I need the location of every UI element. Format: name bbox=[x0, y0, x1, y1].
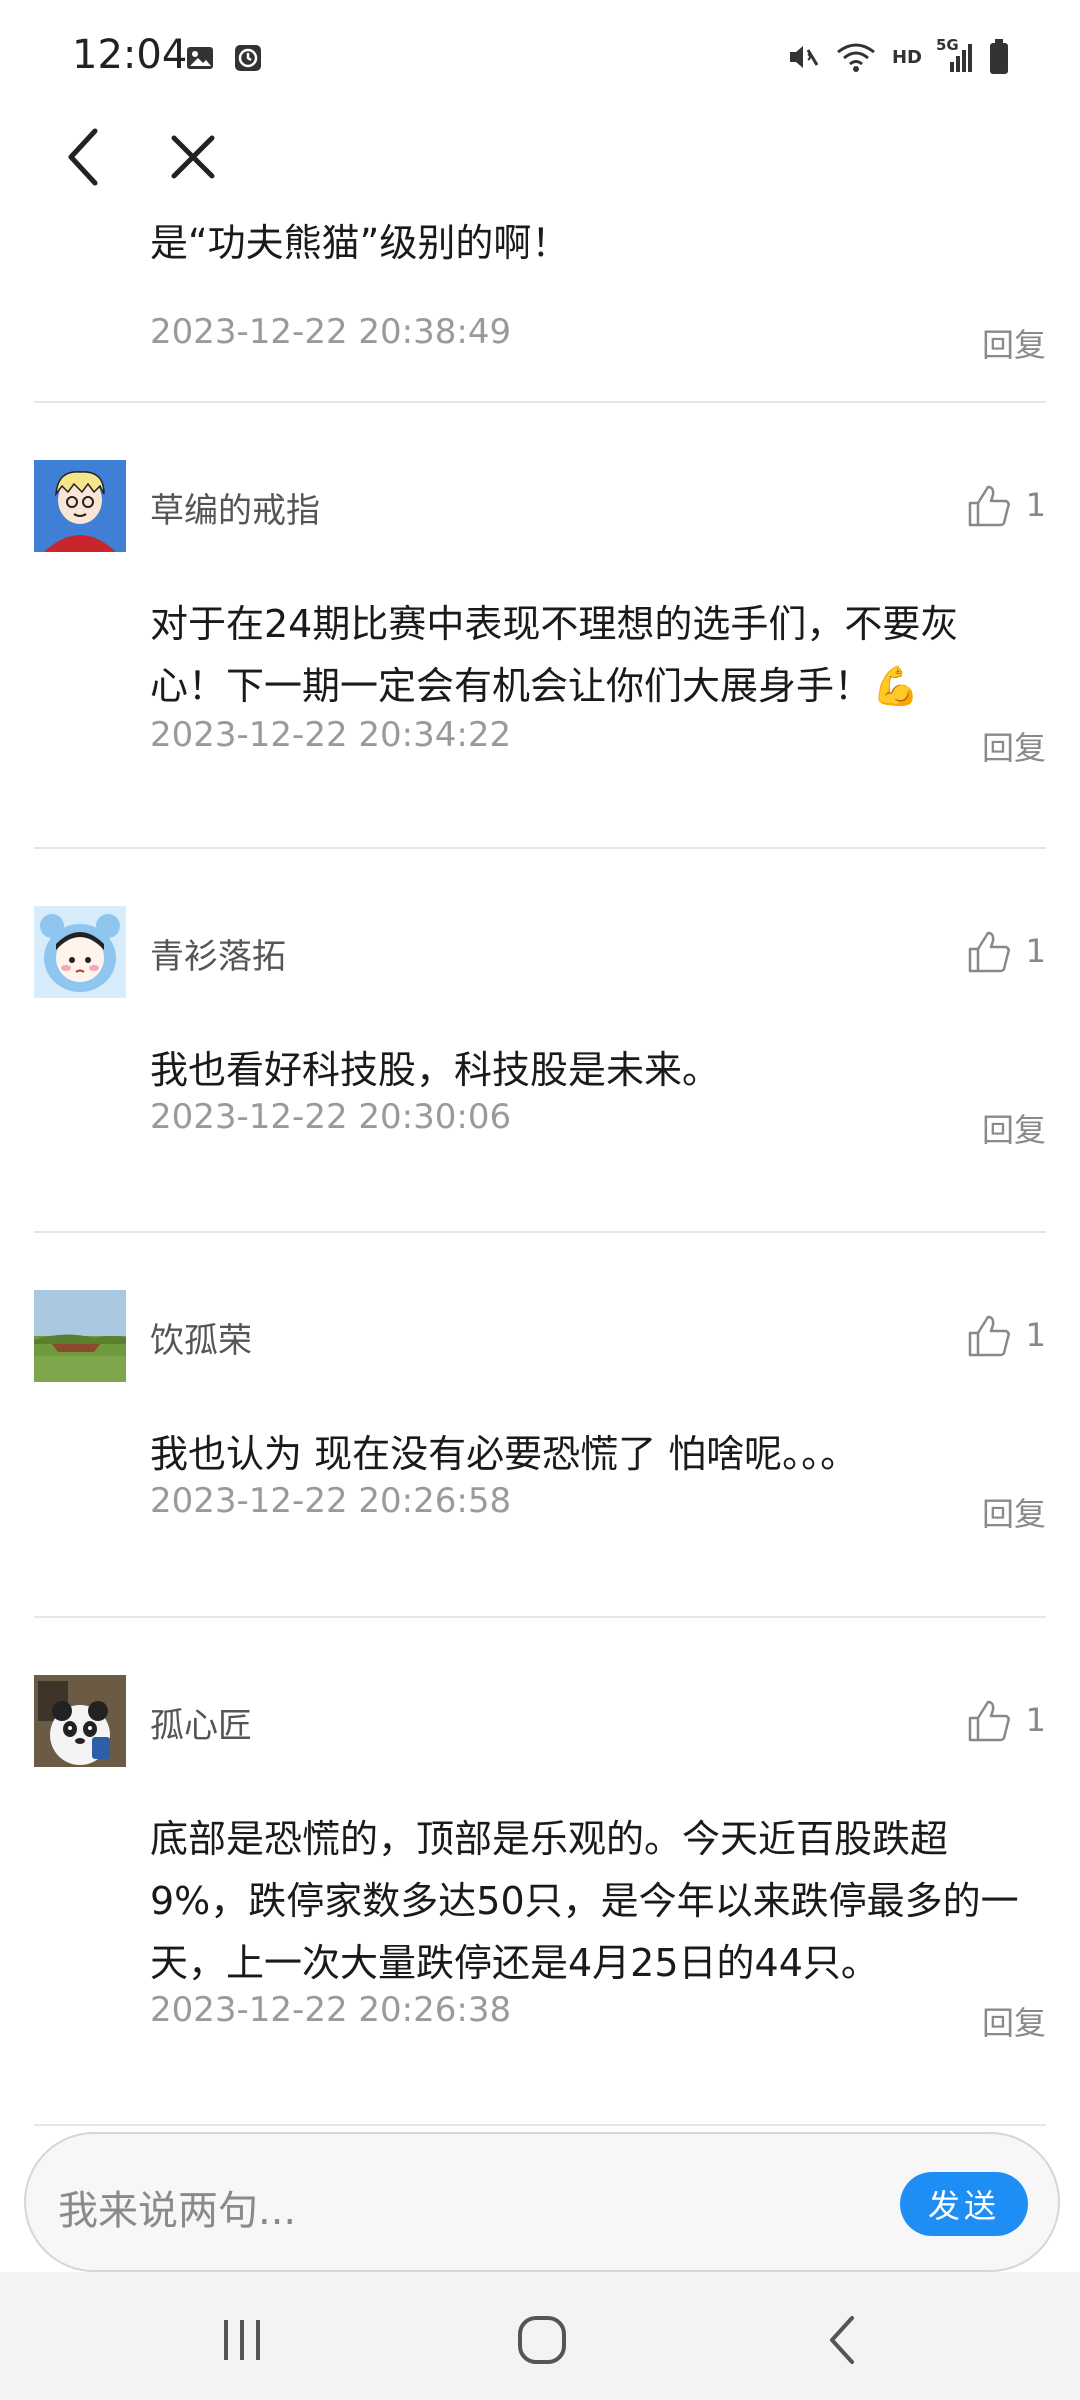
username[interactable]: 草编的戒指 bbox=[150, 483, 320, 532]
avatar[interactable] bbox=[34, 906, 126, 998]
comment-time: 2023-12-22 20:30:06 bbox=[150, 1097, 512, 1137]
like-count: 1 bbox=[1025, 1701, 1046, 1739]
comment-input[interactable]: 我来说两句... bbox=[58, 2178, 296, 2236]
system-back-icon bbox=[830, 2316, 854, 2364]
comment-item: 饮孤荣 1 我也认为 现在没有必要恐慌了 怕啥呢。。。 2023-12-22 2… bbox=[34, 1233, 1046, 1618]
like-count: 1 bbox=[1025, 1316, 1046, 1354]
thumbs-up-icon bbox=[968, 485, 1010, 527]
avatar[interactable] bbox=[34, 460, 126, 552]
comment-body: 对于在24期比赛中表现不理想的选手们，不要灰心！下一期一定会有机会让你们大展身手… bbox=[150, 602, 959, 708]
recent-apps-button[interactable] bbox=[212, 2312, 272, 2368]
thumbs-up-icon bbox=[968, 931, 1010, 973]
comment-body: 我也认为 现在没有必要恐慌了 怕啥呢。。。 bbox=[150, 1432, 859, 1476]
image-icon bbox=[187, 47, 213, 69]
avatar[interactable] bbox=[34, 1675, 126, 1767]
close-icon bbox=[171, 135, 215, 179]
battery-icon bbox=[990, 39, 1008, 74]
like-count: 1 bbox=[1025, 932, 1046, 970]
status-bar: 12:04 HD 5G bbox=[0, 0, 1080, 110]
hd-label: HD bbox=[891, 46, 922, 68]
reply-button[interactable]: 回复 bbox=[982, 723, 1046, 769]
comment-item: 草编的戒指 1 对于在24期比赛中表现不理想的选手们，不要灰心！下一期一定会有机… bbox=[34, 403, 1046, 849]
reply-button[interactable]: 回复 bbox=[982, 1998, 1046, 2044]
status-time: 12:04 bbox=[72, 32, 188, 78]
like-button[interactable]: 1 bbox=[966, 483, 1046, 527]
comment-item: 是“功夫熊猫”级别的啊！ 2023-12-22 20:38:49 回复 bbox=[34, 200, 1046, 403]
back-arrow-icon bbox=[68, 128, 98, 186]
reply-button[interactable]: 回复 bbox=[982, 320, 1046, 366]
wifi-icon bbox=[837, 43, 875, 72]
comment-body: 是“功夫熊猫”级别的啊！ bbox=[150, 221, 570, 265]
comment-item: 孤心匠 1 底部是恐慌的，顶部是乐观的。今天近百股跌超9%，跌停家数多达50只，… bbox=[34, 1618, 1046, 2126]
system-back-button[interactable] bbox=[812, 2312, 872, 2368]
send-button[interactable]: 发送 bbox=[900, 2172, 1028, 2236]
comment-time: 2023-12-22 20:26:58 bbox=[150, 1481, 512, 1521]
like-button[interactable]: 1 bbox=[966, 1313, 1046, 1357]
like-count: 1 bbox=[1025, 486, 1046, 524]
comment-time: 2023-12-22 20:26:38 bbox=[150, 1990, 512, 2030]
mute-icon bbox=[789, 46, 819, 68]
username[interactable]: 孤心匠 bbox=[150, 1698, 252, 1747]
comment-time: 2023-12-22 20:34:22 bbox=[150, 715, 512, 755]
system-nav-bar bbox=[0, 2272, 1080, 2400]
reply-button[interactable]: 回复 bbox=[982, 1489, 1046, 1535]
comment-body: 我也看好科技股，科技股是未来。 bbox=[150, 1048, 721, 1092]
recent-apps-icon bbox=[224, 2320, 260, 2360]
comment-body: 底部是恐慌的，顶部是乐观的。今天近百股跌超9%，跌停家数多达50只，是今年以来跌… bbox=[150, 1817, 1019, 1985]
top-nav bbox=[0, 110, 1080, 200]
thumbs-up-icon bbox=[968, 1700, 1010, 1742]
close-button[interactable] bbox=[158, 122, 228, 192]
comment-item: 青衫落拓 1 我也看好科技股，科技股是未来。 2023-12-22 20:30:… bbox=[34, 849, 1046, 1233]
clock-icon bbox=[235, 45, 261, 71]
home-button[interactable] bbox=[512, 2312, 572, 2368]
like-button[interactable]: 1 bbox=[966, 1698, 1046, 1742]
home-icon bbox=[518, 2316, 566, 2364]
comment-time: 2023-12-22 20:38:49 bbox=[150, 312, 512, 352]
avatar[interactable] bbox=[34, 1290, 126, 1382]
username[interactable]: 饮孤荣 bbox=[150, 1313, 252, 1362]
comment-list: 是“功夫熊猫”级别的啊！ 2023-12-22 20:38:49 回复 草编的戒… bbox=[0, 200, 1080, 2126]
signal-5g-icon: 5G bbox=[936, 36, 974, 74]
comment-input-bar[interactable]: 我来说两句... 发送 bbox=[24, 2132, 1060, 2272]
thumbs-up-icon bbox=[968, 1315, 1010, 1357]
username[interactable]: 青衫落拓 bbox=[150, 929, 286, 978]
back-button[interactable] bbox=[50, 122, 120, 192]
like-button[interactable]: 1 bbox=[966, 929, 1046, 973]
reply-button[interactable]: 回复 bbox=[982, 1105, 1046, 1151]
